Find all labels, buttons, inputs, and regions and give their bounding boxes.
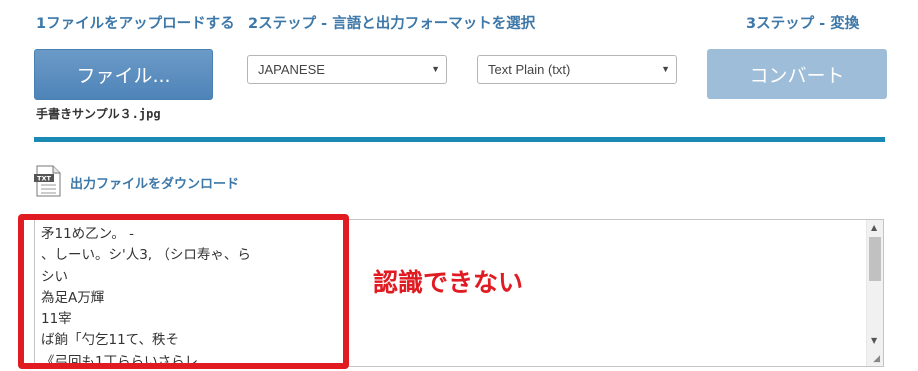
output-line: 、しーい。シ'人3, （シロ寿ゃ、ら [41,247,251,264]
resize-handle-icon[interactable]: ◢ [873,354,880,364]
dropdown-arrow-icon: ▼ [661,64,670,74]
step3-label: 3ステップ - 変換 [746,16,860,32]
selected-file-name: 手書きサンプル３.jpg [36,107,161,121]
output-line: ば餉「勺乞11て、秩そ [41,332,180,349]
step1-label: 1ファイルをアップロードする [36,16,235,32]
scroll-up-icon[interactable]: ▲ [871,223,877,232]
txt-file-icon[interactable]: TXT [34,165,62,197]
language-select[interactable]: JAPANESE ▼ [247,55,447,84]
scroll-down-icon[interactable]: ▼ [871,336,877,345]
progress-divider [34,137,885,142]
output-line: 矛11め乙ン。 - [41,226,135,242]
output-line: 《弓回も1丁ららいさらレ [41,353,199,367]
language-select-value: JAPANESE [258,62,325,77]
dropdown-arrow-icon: ▼ [431,64,440,74]
convert-button[interactable]: コンバート [707,49,887,99]
download-output-link[interactable]: 出力ファイルをダウンロード [70,173,239,192]
textarea-scrollbar[interactable]: ▲ ▼ [866,220,883,366]
scroll-thumb[interactable] [869,237,881,281]
format-select-value: Text Plain (txt) [488,62,571,77]
annotation-text: 認識できない [373,268,524,297]
output-line: シい [41,268,68,285]
output-line: 11宰 [41,311,72,328]
format-select[interactable]: Text Plain (txt) ▼ [477,55,677,84]
choose-file-button[interactable]: ファイル... [34,49,213,100]
step2-label: 2ステップ - 言語と出力フォーマットを選択 [248,16,536,32]
txt-icon-label: TXT [37,175,51,183]
output-line: 為足A万輝 [41,289,105,306]
output-text: 矛11め乙ン。 - 、しーい。シ'人3, （シロ寿ゃ、ら シい 為足A万輝 11… [41,224,251,367]
